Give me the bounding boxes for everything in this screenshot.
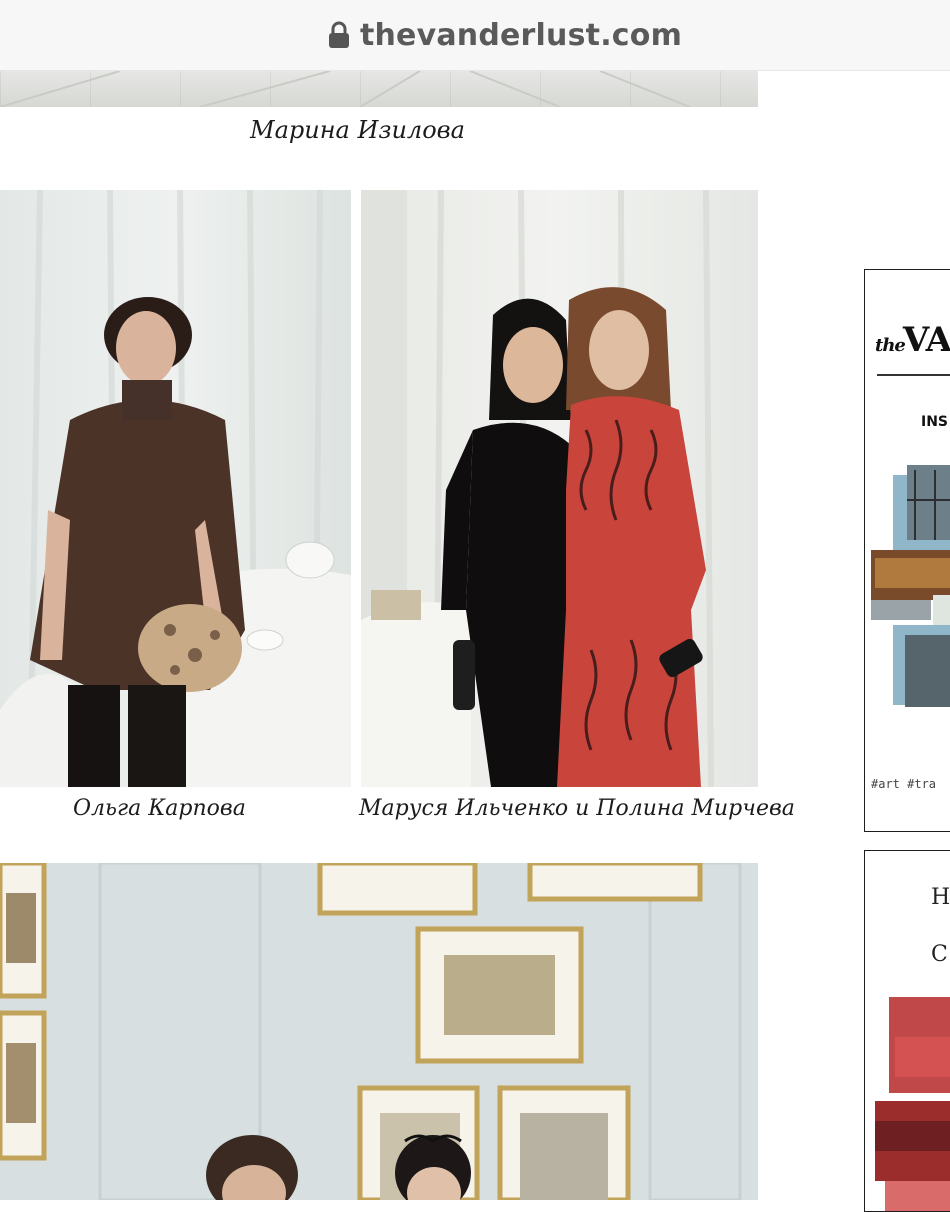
sidebar-ad-second[interactable]: H C (864, 850, 950, 1212)
photo-caption-left: Ольга Карпова (73, 796, 246, 821)
photo-marusya-polina (361, 190, 758, 787)
url-text: thevanderlust.com (359, 17, 683, 53)
photo-caption-top: Марина Изилова (250, 116, 465, 144)
magazine-subtitle: INS (921, 414, 949, 430)
photo-gallery-wall (0, 863, 758, 1200)
address-bar[interactable]: thevanderlust.com (0, 0, 950, 71)
photo-floor-strip (0, 71, 758, 107)
logo-underline (877, 374, 950, 376)
magazine-tags: #art #tra (871, 777, 937, 791)
photo-caption-right: Маруся Ильченко и Полина Мирчева (359, 796, 795, 821)
lock-icon (328, 21, 349, 48)
url-display[interactable]: thevanderlust.com (328, 18, 682, 53)
sidebar-ad-magazine[interactable]: theVA INS #art #tra (864, 269, 950, 832)
magazine-logo: theVA (875, 320, 950, 360)
photo-olga-karpova (0, 190, 351, 787)
